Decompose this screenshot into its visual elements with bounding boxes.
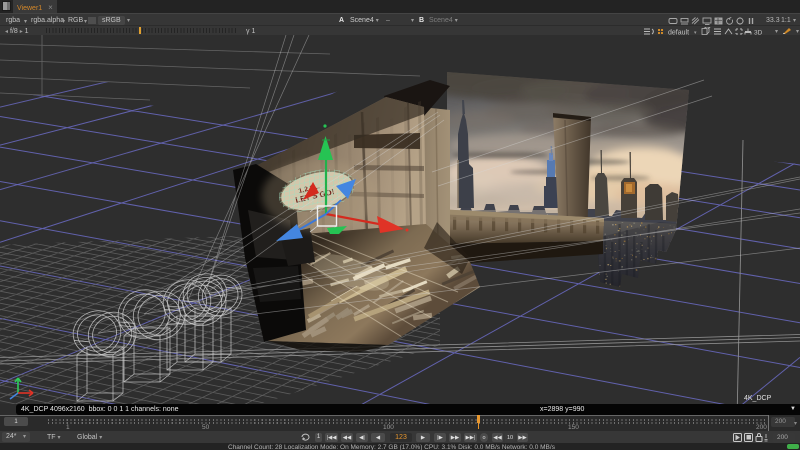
- svg-text:4K_DCP: 4K_DCP: [744, 395, 772, 402]
